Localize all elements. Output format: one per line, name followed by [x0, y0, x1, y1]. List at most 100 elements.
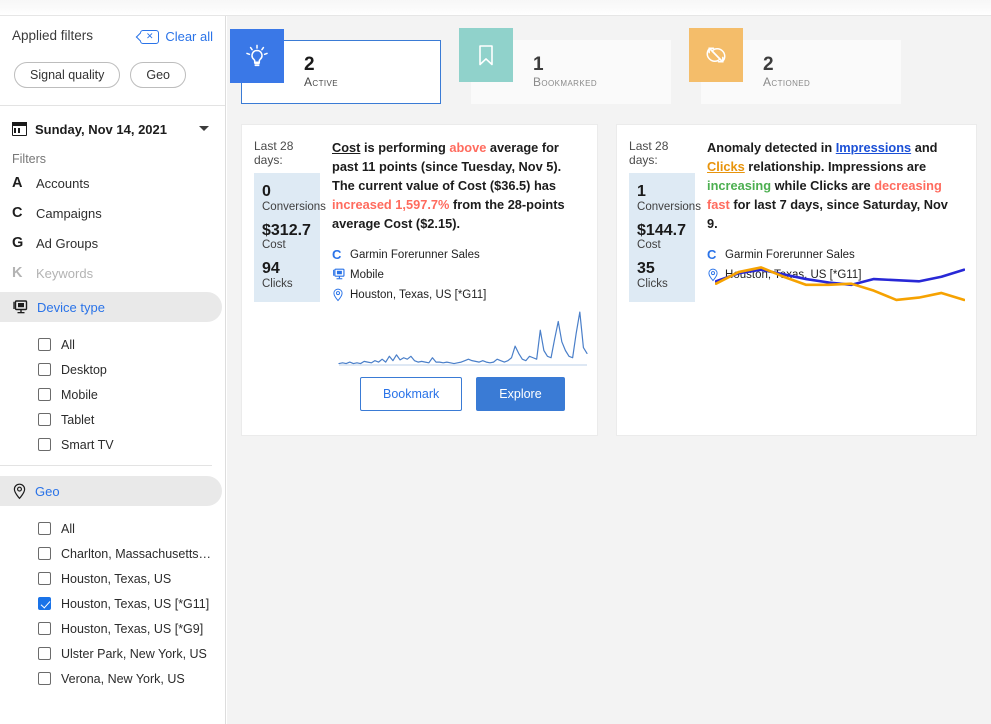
metric-value: $144.7 [637, 221, 686, 239]
checkbox-geo-charlton[interactable]: Charlton, Massachusetts… [0, 541, 225, 566]
status-card-count: 1 [533, 54, 544, 76]
sidebar-item-campaigns[interactable]: C Campaigns [0, 198, 225, 228]
metric-value: 94 [262, 260, 280, 278]
sidebar-item-accounts[interactable]: A Accounts [0, 168, 225, 198]
chip-signal-quality[interactable]: Signal quality [14, 62, 121, 88]
narrative-segment: above [449, 140, 487, 155]
checkbox-icon[interactable] [38, 522, 51, 535]
sidebar-item-label: Geo [35, 483, 60, 499]
insight-narrative: Anomaly detected in Impressions and Clic… [707, 139, 962, 234]
metric-label: Clicks [637, 277, 668, 290]
meta-row-device: Mobile [332, 265, 583, 285]
checkbox-device-tablet[interactable]: Tablet [0, 407, 225, 432]
clear-all-button[interactable]: ✕ Clear all [140, 29, 213, 44]
checkbox-icon[interactable] [38, 547, 51, 560]
checkbox-icon[interactable] [38, 388, 51, 401]
status-card-count: 2 [304, 54, 315, 76]
insight-cards: Last 28 days: 0 Conversions $312.7 Cost … [227, 104, 991, 436]
status-card-count: 2 [763, 54, 774, 76]
meta-text: Mobile [350, 268, 384, 281]
checkbox-icon[interactable] [38, 438, 51, 451]
checkbox-label: Charlton, Massachusetts… [61, 546, 212, 561]
insight-card-anomaly[interactable]: Last 28 days: 1 Conversions $144.7 Cost … [616, 124, 977, 436]
status-summary-cards: 2 Active 1 Bookmarked 2 Actioned [227, 16, 991, 104]
checkbox-icon[interactable] [38, 647, 51, 660]
sidebar-item-device-type[interactable]: Device type [0, 292, 222, 322]
sidebar-item-label: Campaigns [36, 205, 102, 221]
cost-sparkline-chart [338, 303, 588, 367]
campaigns-letter-icon: C [12, 205, 23, 221]
sidebar-item-keywords[interactable]: K Keywords [0, 258, 225, 288]
metric-label: Conversions [637, 200, 701, 213]
lightbulb-icon [230, 29, 284, 83]
status-card-text: 1 Bookmarked [533, 55, 597, 89]
status-card-label: Bookmarked [533, 74, 598, 89]
sidebar-item-label: Device type [37, 299, 105, 315]
checkbox-geo-houston-g11[interactable]: Houston, Texas, US [*G11] [0, 591, 225, 616]
narrative-segment: relationship. Impressions are [744, 158, 927, 174]
insight-card-cost[interactable]: Last 28 days: 0 Conversions $312.7 Cost … [241, 124, 599, 436]
checkbox-icon[interactable] [38, 672, 51, 685]
checkbox-device-all[interactable]: All [0, 332, 225, 357]
narrative-segment[interactable]: Impressions [836, 140, 911, 155]
checkbox-icon[interactable] [38, 572, 51, 585]
insight-card-actions: Bookmark Explore [360, 377, 565, 411]
metric-label: Conversions [262, 200, 326, 213]
checkbox-label: Mobile [61, 387, 98, 402]
sidebar-item-geo[interactable]: Geo [0, 476, 222, 506]
checkbox-icon[interactable] [38, 413, 51, 426]
location-pin-icon [332, 288, 350, 302]
narrative-segment[interactable]: Clicks [707, 159, 745, 174]
period-label: Last 28 days: [254, 139, 294, 167]
calendar-icon [12, 122, 27, 136]
adgroups-letter-icon: G [12, 235, 24, 251]
status-card-active[interactable]: 2 Active [230, 29, 441, 104]
checkbox-geo-all[interactable]: All [0, 516, 225, 541]
checkbox-device-desktop[interactable]: Desktop [0, 357, 225, 382]
insight-narrative: Cost is performing above average for pas… [332, 139, 583, 234]
chip-geo[interactable]: Geo [130, 62, 186, 88]
checkbox-icon[interactable] [38, 363, 51, 376]
checkbox-label: Tablet [61, 412, 95, 427]
checkbox-icon[interactable] [38, 622, 51, 635]
device-monitor-icon [332, 268, 350, 281]
checkbox-device-smart-tv[interactable]: Smart TV [0, 432, 225, 457]
device-monitor-icon [12, 299, 29, 315]
accounts-letter-icon: A [12, 175, 23, 191]
checkbox-device-mobile[interactable]: Mobile [0, 382, 225, 407]
clear-all-label: Clear all [165, 29, 213, 44]
status-card-bookmarked[interactable]: 1 Bookmarked [459, 28, 671, 104]
checkbox-geo-ulster-park[interactable]: Ulster Park, New York, US [0, 641, 225, 666]
insight-narrative-wrap: Cost is performing above average for pas… [320, 139, 583, 305]
chevron-down-icon[interactable] [199, 126, 209, 131]
bookmark-button[interactable]: Bookmark [360, 377, 463, 411]
checkbox-label: Houston, Texas, US [61, 571, 172, 586]
window-top-strip [0, 0, 991, 16]
insight-meta: C Garmin Forerunner Sales [332, 245, 583, 305]
sidebar-item-label: Accounts [36, 175, 90, 191]
metric-label: Cost [637, 239, 661, 252]
explore-button[interactable]: Explore [476, 377, 565, 411]
checkbox-geo-houston-g9[interactable]: Houston, Texas, US [*G9] [0, 616, 225, 641]
metric-box: 0 Conversions $312.7 Cost 94 Clicks [254, 173, 326, 302]
checkbox-icon[interactable] [38, 338, 51, 351]
metric-value: $312.7 [262, 221, 311, 239]
location-pin-icon [12, 483, 27, 500]
metric-value: 0 [262, 183, 271, 200]
impressions-clicks-chart [714, 253, 966, 317]
insight-card-body: Last 28 days: 0 Conversions $312.7 Cost … [242, 125, 597, 305]
meta-row-geo: Houston, Texas, US [*G11] [332, 285, 583, 305]
checkbox-icon[interactable] [38, 597, 51, 610]
status-card-actioned[interactable]: 2 Actioned [689, 28, 901, 104]
narrative-segment[interactable]: Cost [332, 140, 360, 155]
status-card-text: 2 Active [304, 55, 338, 89]
keywords-letter-icon: K [12, 265, 23, 281]
checkbox-geo-verona[interactable]: Verona, New York, US [0, 666, 225, 691]
sidebar-item-ad-groups[interactable]: G Ad Groups [0, 228, 225, 258]
date-picker[interactable]: Sunday, Nov 14, 2021 [0, 112, 225, 146]
metric-value: 1 [637, 183, 646, 200]
status-card-text: 2 Actioned [763, 55, 810, 89]
checkbox-geo-houston[interactable]: Houston, Texas, US [0, 566, 225, 591]
checkbox-label: Smart TV [61, 437, 114, 452]
narrative-segment: increased 1,597.7% [332, 196, 450, 212]
